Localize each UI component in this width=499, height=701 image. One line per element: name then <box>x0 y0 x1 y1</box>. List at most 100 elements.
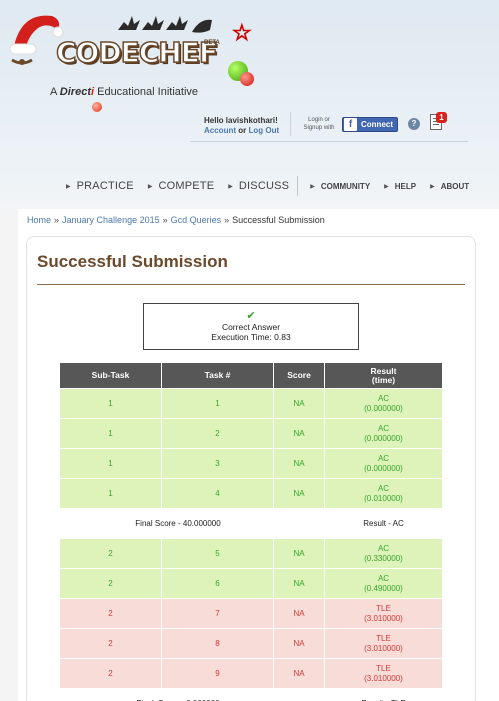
nav-arrow-icon: ▶ <box>310 183 315 190</box>
nav-about[interactable]: ABOUT <box>441 182 469 191</box>
nav-arrow-icon: ▶ <box>430 183 435 190</box>
breadcrumb: Home» January Challenge 2015» Gcd Queries»… <box>27 215 325 225</box>
breadcrumb-separator: » <box>54 215 60 225</box>
result-time: (0.010000) <box>364 493 403 503</box>
cell-task: 2 <box>161 418 274 449</box>
title-divider <box>37 284 465 285</box>
red-ornament-icon <box>240 72 254 86</box>
final-result: Result - AC <box>324 508 443 539</box>
cell-subtask: 1 <box>59 448 162 479</box>
verdict-text: Correct Answer <box>221 322 281 332</box>
result-verdict: AC <box>377 423 390 433</box>
cell-result: TLE (3.010000) <box>324 598 443 629</box>
login-line-2: Signup with <box>303 125 335 131</box>
header-task: Task # <box>161 362 274 389</box>
result-time: (0.000000) <box>364 433 403 443</box>
result-verdict: AC <box>377 543 390 553</box>
result-verdict: AC <box>377 453 390 463</box>
cell-task: 1 <box>161 388 274 419</box>
cell-result: AC (0.000000) <box>324 448 443 479</box>
cell-subtask: 1 <box>59 478 162 509</box>
greeting: Hello lavishkothari! <box>204 116 278 125</box>
nav-arrow-icon: ▶ <box>147 183 153 190</box>
help-icon[interactable]: ? <box>408 118 420 130</box>
reindeer-sleigh-icon <box>118 16 212 33</box>
nav-help[interactable]: HELP <box>395 182 416 191</box>
nav-community[interactable]: COMMUNITY <box>321 182 370 191</box>
result-time: (3.010000) <box>364 643 403 653</box>
cell-score: NA <box>273 568 325 599</box>
cell-task: 5 <box>161 538 274 569</box>
beta-label: BETA <box>204 40 220 46</box>
table-row: 2 7 NA TLE (3.010000) <box>59 598 443 629</box>
cell-task: 8 <box>161 628 274 659</box>
facebook-connect-button[interactable]: f Connect <box>342 117 398 132</box>
brand-direct: Direct <box>59 86 91 98</box>
nav-arrow-icon: ▶ <box>66 183 71 190</box>
tagline-suffix: Educational Initiative <box>97 86 199 98</box>
or-text: or <box>238 126 247 135</box>
breadcrumb-problem[interactable]: Gcd Queries <box>171 215 222 225</box>
cell-result: TLE (3.010000) <box>324 628 443 659</box>
cell-subtask: 2 <box>59 568 162 599</box>
login-line-1: Login or <box>308 117 330 123</box>
table-row: 1 3 NA AC (0.000000) <box>59 448 443 479</box>
result-time: (3.010000) <box>364 613 403 623</box>
main-nav: ▶ PRACTICE ▶ COMPETE ▶ DISCUSS ▶ COMMUNI… <box>66 176 483 196</box>
final-score: Final Score - 0.000000 <box>59 688 325 701</box>
nav-practice[interactable]: PRACTICE <box>77 180 134 192</box>
final-score-row: Final Score - 0.000000 Result - TLE <box>59 688 443 701</box>
cell-result: AC (0.490000) <box>324 568 443 599</box>
cell-score: NA <box>273 418 325 449</box>
breadcrumb-separator: » <box>162 215 168 225</box>
cell-task: 7 <box>161 598 274 629</box>
breadcrumb-current: Successful Submission <box>232 215 325 225</box>
account-link[interactable]: Account <box>204 126 236 135</box>
cell-result: AC (0.010000) <box>324 478 443 509</box>
cell-task: 9 <box>161 658 274 689</box>
codechef-logo[interactable]: CODECHEF BETA ☆ A Directi Educational In… <box>8 6 254 112</box>
result-time: (0.330000) <box>364 553 403 563</box>
cell-score: NA <box>273 478 325 509</box>
table-row: 2 5 NA AC (0.330000) <box>59 538 443 569</box>
breadcrumb-home[interactable]: Home <box>27 215 51 225</box>
result-verdict: AC <box>377 393 390 403</box>
result-time: (0.490000) <box>364 583 403 593</box>
cell-task: 6 <box>161 568 274 599</box>
cell-subtask: 1 <box>59 388 162 419</box>
cell-subtask: 2 <box>59 598 162 629</box>
cell-score: NA <box>273 598 325 629</box>
result-verdict: AC <box>377 483 390 493</box>
tagline-prefix: A <box>50 86 57 98</box>
connect-label: Connect <box>361 120 393 129</box>
logout-link[interactable]: Log Out <box>248 126 279 135</box>
brand-i: i <box>90 86 95 98</box>
breadcrumb-contest[interactable]: January Challenge 2015 <box>62 215 160 225</box>
cell-result: AC (0.330000) <box>324 538 443 569</box>
result-verdict: TLE <box>376 663 391 673</box>
notification-badge[interactable]: 1 <box>436 112 447 123</box>
cell-result: AC (0.000000) <box>324 388 443 419</box>
table-row: 1 1 NA AC (0.000000) <box>59 388 443 419</box>
nav-compete[interactable]: COMPETE <box>158 180 214 192</box>
table-row: 2 9 NA TLE (3.010000) <box>59 658 443 689</box>
cell-subtask: 1 <box>59 418 162 449</box>
nav-divider <box>297 176 299 196</box>
nav-discuss[interactable]: DISCUSS <box>239 180 289 192</box>
result-verdict: TLE <box>376 603 391 613</box>
breadcrumb-separator: » <box>224 215 230 225</box>
facebook-icon: f <box>344 118 357 131</box>
divider <box>290 112 291 136</box>
nav-arrow-icon: ▶ <box>228 183 233 190</box>
cell-score: NA <box>273 448 325 479</box>
header-subtask: Sub-Task <box>59 362 162 389</box>
cell-task: 3 <box>161 448 274 479</box>
tagline-brand: Directi <box>60 86 94 98</box>
site-header: CODECHEF BETA ☆ A Directi Educational In… <box>0 0 499 205</box>
login-signup-text: Login or Signup with <box>300 116 338 132</box>
subtask-results-table: Sub-Task Task # Score Result (time) 1 1 N… <box>59 362 443 701</box>
account-links: Account or Log Out <box>204 126 279 135</box>
final-score: Final Score - 40.000000 <box>59 508 325 539</box>
cell-score: NA <box>273 538 325 569</box>
table-row: 2 6 NA AC (0.490000) <box>59 568 443 599</box>
